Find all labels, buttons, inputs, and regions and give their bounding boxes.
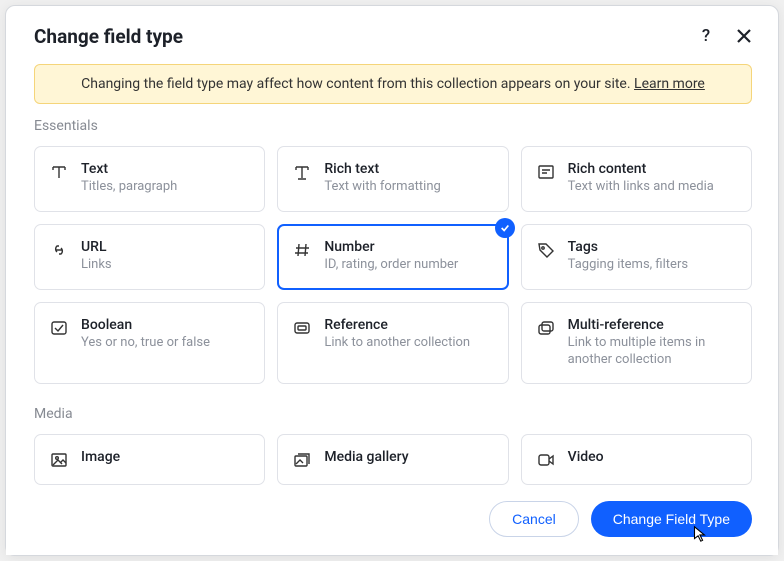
link-icon <box>49 240 69 260</box>
field-type-number[interactable]: Number ID, rating, order number <box>277 224 508 290</box>
media-grid: Image Media gallery Video <box>34 434 752 485</box>
card-sub: Link to another collection <box>324 335 493 352</box>
field-type-rich-content[interactable]: Rich content Text with links and media <box>521 146 752 212</box>
card-sub: ID, rating, order number <box>324 257 493 274</box>
field-type-url[interactable]: URL Links <box>34 224 265 290</box>
field-type-multi-reference[interactable]: Multi-reference Link to multiple items i… <box>521 302 752 384</box>
modal-footer: Cancel Change Field Type <box>6 486 778 555</box>
field-type-image[interactable]: Image <box>34 434 265 485</box>
image-icon <box>49 450 69 470</box>
cancel-button[interactable]: Cancel <box>489 501 579 537</box>
card-title: Image <box>81 449 250 465</box>
selected-check-icon <box>495 218 515 238</box>
video-icon <box>536 450 556 470</box>
field-type-rich-text[interactable]: Rich text Text with formatting <box>277 146 508 212</box>
warning-banner: Changing the field type may affect how c… <box>34 64 752 104</box>
number-icon <box>292 240 312 260</box>
rich-text-icon <box>292 162 312 182</box>
card-sub: Text with links and media <box>568 179 737 196</box>
card-title: Rich text <box>324 161 493 177</box>
help-icon[interactable]: ? <box>694 24 718 48</box>
section-label-media: Media <box>34 406 752 422</box>
media-gallery-icon <box>292 450 312 470</box>
change-field-type-modal: Change field type ? Changing the field t… <box>5 5 779 556</box>
boolean-icon <box>49 318 69 338</box>
card-sub: Titles, paragraph <box>81 179 250 196</box>
card-sub: Links <box>81 257 250 274</box>
field-type-media-gallery[interactable]: Media gallery <box>277 434 508 485</box>
field-type-reference[interactable]: Reference Link to another collection <box>277 302 508 384</box>
card-title: Media gallery <box>324 449 493 465</box>
close-icon[interactable] <box>732 24 756 48</box>
card-title: Video <box>568 449 737 465</box>
card-sub: Tagging items, filters <box>568 257 737 274</box>
section-label-essentials: Essentials <box>34 118 752 134</box>
modal-header: Change field type ? <box>6 6 778 58</box>
field-type-text[interactable]: Text Titles, paragraph <box>34 146 265 212</box>
rich-content-icon <box>536 162 556 182</box>
card-title: Text <box>81 161 250 177</box>
field-type-boolean[interactable]: Boolean Yes or no, true or false <box>34 302 265 384</box>
essentials-grid: Text Titles, paragraph Rich text Text wi… <box>34 146 752 384</box>
modal-title: Change field type <box>34 25 694 48</box>
card-sub: Text with formatting <box>324 179 493 196</box>
text-icon <box>49 162 69 182</box>
card-title: Tags <box>568 239 737 255</box>
card-sub: Yes or no, true or false <box>81 335 250 352</box>
field-type-tags[interactable]: Tags Tagging items, filters <box>521 224 752 290</box>
reference-icon <box>292 318 312 338</box>
modal-body[interactable]: Changing the field type may affect how c… <box>6 58 778 486</box>
card-title: URL <box>81 239 250 255</box>
card-title: Multi-reference <box>568 317 737 333</box>
card-title: Number <box>324 239 493 255</box>
warning-text: Changing the field type may affect how c… <box>81 76 634 92</box>
field-type-video[interactable]: Video <box>521 434 752 485</box>
multi-reference-icon <box>536 318 556 338</box>
card-title: Rich content <box>568 161 737 177</box>
warning-learn-more-link[interactable]: Learn more <box>634 76 705 92</box>
change-field-type-button[interactable]: Change Field Type <box>591 501 752 537</box>
card-title: Boolean <box>81 317 250 333</box>
tags-icon <box>536 240 556 260</box>
card-sub: Link to multiple items in another collec… <box>568 335 737 369</box>
header-actions: ? <box>694 24 756 48</box>
card-title: Reference <box>324 317 493 333</box>
